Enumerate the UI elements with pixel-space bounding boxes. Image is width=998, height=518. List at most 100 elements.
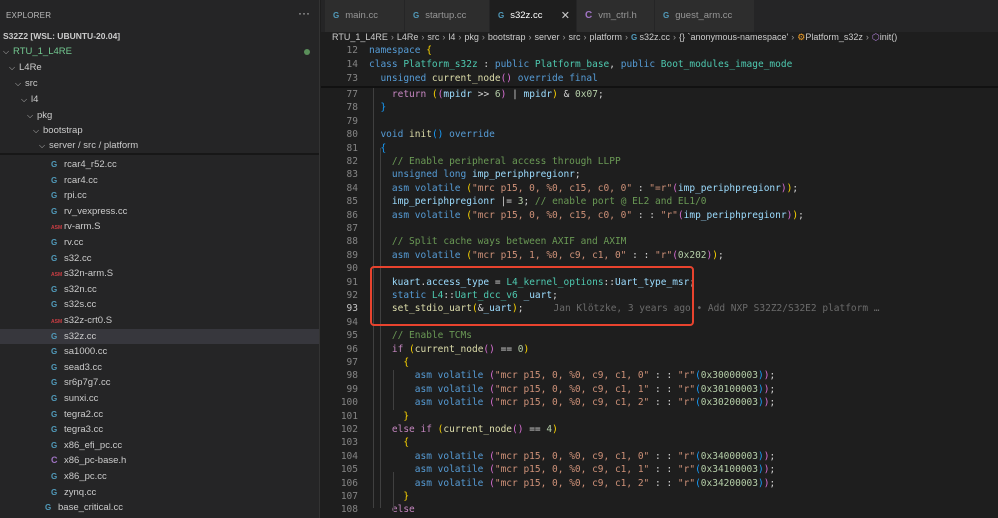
code-line[interactable]: 14 class Platform_s32z : public Platform_… [321, 58, 998, 72]
breadcrumb-item[interactable]: L4Re [397, 32, 419, 42]
code-line[interactable]: 12 namespace { [321, 44, 998, 58]
folder-4[interactable]: ⌵ pkg [0, 108, 319, 123]
file-item[interactable]: Gs32z.cc [0, 328, 319, 344]
close-icon[interactable]: ✕ [561, 0, 570, 32]
folder-5[interactable]: ⌵ bootstrap [0, 123, 319, 138]
code-line[interactable]: 104 asm volatile ("mcr p15, 0, %0, c9, c… [321, 450, 998, 463]
code-token: : [632, 182, 650, 194]
line-number: 87 [346, 223, 358, 234]
file-item[interactable]: Gtegra3.cc [0, 422, 319, 437]
code-line[interactable]: 87 [321, 222, 998, 235]
file-item[interactable]: Gs32.cc [0, 251, 319, 266]
folder-1[interactable]: ⌵ L4Re [0, 60, 319, 75]
code-line[interactable]: 77 return ((mpidr >> 6) | mpidr) & 0x07; [321, 88, 998, 101]
code-line[interactable]: 100 asm volatile ("mcr p15, 0, %0, c9, c… [321, 396, 998, 409]
breadcrumb-item[interactable]: init() [880, 32, 898, 42]
code-line[interactable]: 86 asm volatile ("mcr p15, 0, %0, c15, c… [321, 209, 998, 222]
file-item[interactable]: Grpi.cc [0, 188, 319, 203]
file-item[interactable]: Gbase_critical.cc [0, 500, 319, 515]
code-line[interactable]: 85 imp_periphpregionr |= 3; // enable po… [321, 195, 998, 208]
code-line[interactable]: 78 } [321, 101, 998, 114]
code-line[interactable]: 105 asm volatile ("mcr p15, 0, %0, c9, c… [321, 463, 998, 476]
code-line[interactable]: 89 asm volatile ("mcr p15, 1, %0, c9, c1… [321, 249, 998, 262]
breadcrumb-item[interactable]: RTU_1_L4RE [332, 32, 388, 42]
code-line[interactable]: 101 } [321, 410, 998, 423]
code-line[interactable]: 103 { [321, 436, 998, 449]
folder-2[interactable]: ⌵ src [0, 76, 319, 91]
file-item[interactable]: Gsa1000.cc [0, 344, 319, 359]
more-actions-button[interactable]: ··· [298, 6, 310, 20]
breadcrumb-item[interactable]: s32z.cc [639, 32, 670, 42]
file-item[interactable]: ASM s32n-arm.S [0, 266, 319, 281]
code-line[interactable]: 84 asm volatile ("mrc p15, 0, %0, c15, c… [321, 182, 998, 195]
line-number: 73 [346, 73, 358, 84]
code-token: "mcr p15, 1, %0, c9, c1, 0" [471, 249, 627, 261]
file-item[interactable]: ASM rv-arm.S [0, 219, 319, 234]
breadcrumb-item[interactable]: l4 [448, 32, 455, 42]
folder-6[interactable]: ⌵ server / src / platform [0, 138, 319, 153]
breadcrumb-item[interactable]: platform [589, 32, 622, 42]
code-token: asm volatile [369, 209, 467, 221]
breadcrumb-item[interactable]: src [568, 32, 580, 42]
breadcrumb-item[interactable]: `anonymous-namespace' [687, 32, 788, 42]
file-item[interactable]: Gx86_efi_pc.cc [0, 438, 319, 453]
line-content: unsigned long imp_periphpregionr; [369, 168, 581, 181]
line-content: asm volatile ("mcr p15, 0, %0, c15, c0, … [369, 209, 804, 222]
file-item[interactable]: Gs32n.cc [0, 282, 319, 297]
code-line[interactable]: 107 } [321, 490, 998, 503]
file-label: x86_pc-base.h [64, 455, 127, 467]
code-line[interactable]: 81 { [321, 142, 998, 155]
code-token: asm volatile [369, 182, 467, 194]
code-token: asm volatile [369, 450, 490, 462]
cpp-file-icon: G [51, 409, 58, 419]
code-line[interactable]: 80 void init() override [321, 128, 998, 141]
breadcrumb-item[interactable]: src [427, 32, 439, 42]
workspace-header[interactable]: S32Z2 [WSL: UBUNTU-20.04] [3, 31, 120, 41]
file-item[interactable]: Grv_vexpress.cc [0, 204, 319, 219]
code-line[interactable]: 98 asm volatile ("mcr p15, 0, %0, c9, c1… [321, 369, 998, 382]
file-item[interactable]: Gsead3.cc [0, 360, 319, 375]
line-number: 14 [346, 59, 358, 70]
file-item[interactable]: ASM s32z-crt0.S [0, 313, 319, 328]
tab-vm_ctrl-h[interactable]: Cvm_ctrl.h [577, 0, 655, 32]
file-item[interactable]: Grv.cc [0, 235, 319, 250]
code-line[interactable]: 99 asm volatile ("mcr p15, 0, %0, c9, c1… [321, 383, 998, 396]
code-line[interactable]: 79 [321, 115, 998, 128]
line-content: asm volatile ("mcr p15, 0, %0, c9, c1, 2… [369, 477, 775, 490]
folder-3[interactable]: ⌵ l4 [0, 92, 319, 107]
code-line[interactable]: 108 else [321, 503, 998, 516]
file-item[interactable]: Gzynq.cc [0, 485, 319, 500]
sticky-scroll-divider [0, 153, 319, 155]
indent-guide [393, 370, 394, 410]
code-token: unsigned [369, 73, 432, 84]
code-line[interactable]: 106 asm volatile ("mcr p15, 0, %0, c9, c… [321, 477, 998, 490]
tab-startup-cc[interactable]: Gstartup.cc [405, 0, 490, 32]
file-item[interactable]: Gtegra2.cc [0, 407, 319, 422]
tab-s32z-cc[interactable]: Gs32z.cc ✕ [490, 0, 577, 32]
code-line[interactable]: 83 unsigned long imp_periphpregionr; [321, 168, 998, 181]
folder-0[interactable]: ⌵ RTU_1_L4RE [0, 44, 319, 59]
code-line[interactable]: 82 // Enable peripheral access through L… [321, 155, 998, 168]
tab-guest_arm-cc[interactable]: Gguest_arm.cc [655, 0, 755, 32]
code-line[interactable]: 97 { [321, 356, 998, 369]
breadcrumb-item[interactable]: Platform_s32z [805, 32, 863, 42]
code-line[interactable]: 96 if (current_node() == 0) [321, 343, 998, 356]
code-line[interactable]: 88 // Split cache ways between AXIF and … [321, 235, 998, 248]
file-item[interactable]: Cx86_pc-base.h [0, 453, 319, 468]
file-item[interactable]: Grcar4.cc [0, 173, 319, 188]
file-item[interactable]: Gs32s.cc [0, 297, 319, 312]
breadcrumb-item[interactable]: bootstrap [488, 32, 526, 42]
file-item[interactable]: Grcar4_r52.cc [0, 157, 319, 172]
code-line[interactable]: 73 unsigned current_node() override fina… [321, 72, 998, 86]
file-item[interactable]: Gsr6p7g7.cc [0, 375, 319, 390]
tab-main-cc[interactable]: Gmain.cc [325, 0, 405, 32]
line-number: 102 [340, 424, 358, 435]
breadcrumb-item[interactable]: pkg [464, 32, 479, 42]
breadcrumb-item[interactable]: server [534, 32, 559, 42]
file-item[interactable]: Gx86_pc.cc [0, 469, 319, 484]
code-line[interactable]: 102 else if (current_node() == 4) [321, 423, 998, 436]
code-token: else [369, 504, 415, 516]
code-token: override final [512, 73, 598, 84]
file-item[interactable]: Gsunxi.cc [0, 391, 319, 406]
code-line[interactable]: 95 // Enable TCMs [321, 329, 998, 342]
